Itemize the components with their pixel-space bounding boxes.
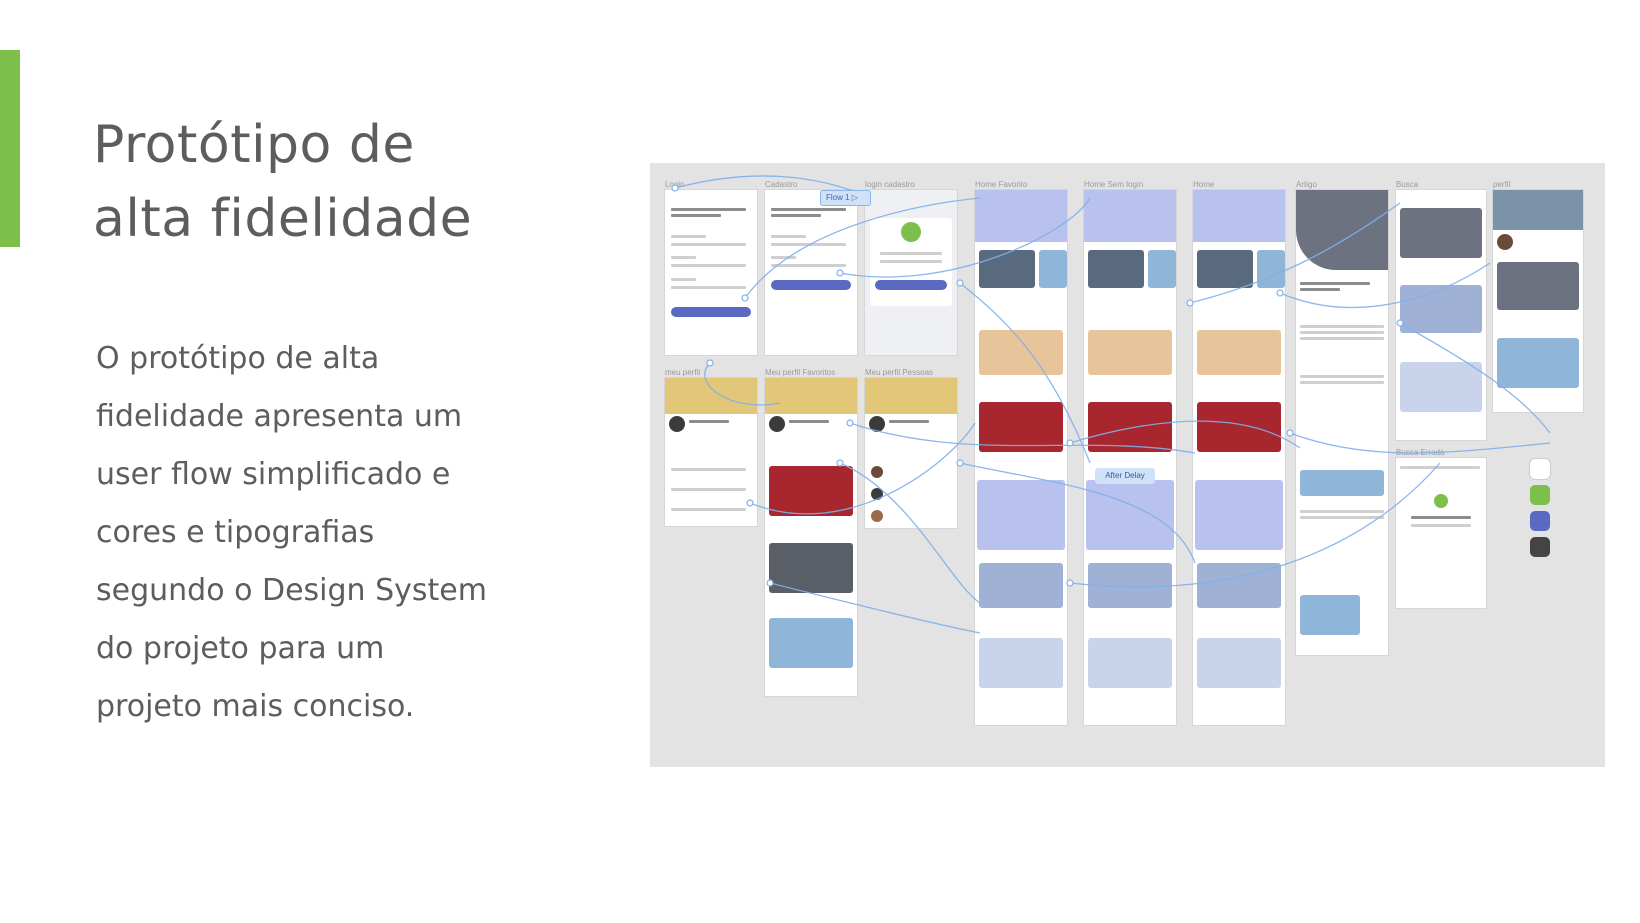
swatch-green — [1530, 485, 1550, 505]
body-line-2: fidelidade apresenta um — [96, 399, 463, 434]
swatch-purple — [1530, 511, 1550, 531]
prototype-connections — [671, 175, 1551, 634]
body-line-5: segundo o Design System — [96, 573, 487, 608]
slide-title: Protótipo de alta fidelidade — [93, 108, 472, 256]
prototype-canvas: Login Cadastro login cadastro Home Favor… — [650, 163, 1605, 767]
swatch-dark — [1530, 537, 1550, 557]
title-line-2: alta fidelidade — [93, 189, 473, 249]
body-line-6: do projeto para um — [96, 631, 385, 666]
body-line-3: user flow simplificado e — [96, 457, 451, 492]
title-line-1: Protótipo de — [93, 115, 415, 175]
swatch-white — [1530, 459, 1550, 479]
body-line-7: projeto mais conciso. — [96, 689, 415, 724]
body-line-1: O protótipo de alta — [96, 341, 380, 376]
flow-1-tag[interactable]: Flow 1 ▷ — [820, 190, 871, 206]
slide-body: O protótipo de alta fidelidade apresenta… — [96, 330, 526, 736]
play-icon: ▷ — [851, 193, 858, 202]
after-delay-tag: After Delay — [1095, 468, 1155, 484]
body-line-4: cores e tipografias — [96, 515, 375, 550]
flow-1-label: Flow 1 — [826, 193, 850, 202]
accent-bar — [0, 50, 20, 247]
